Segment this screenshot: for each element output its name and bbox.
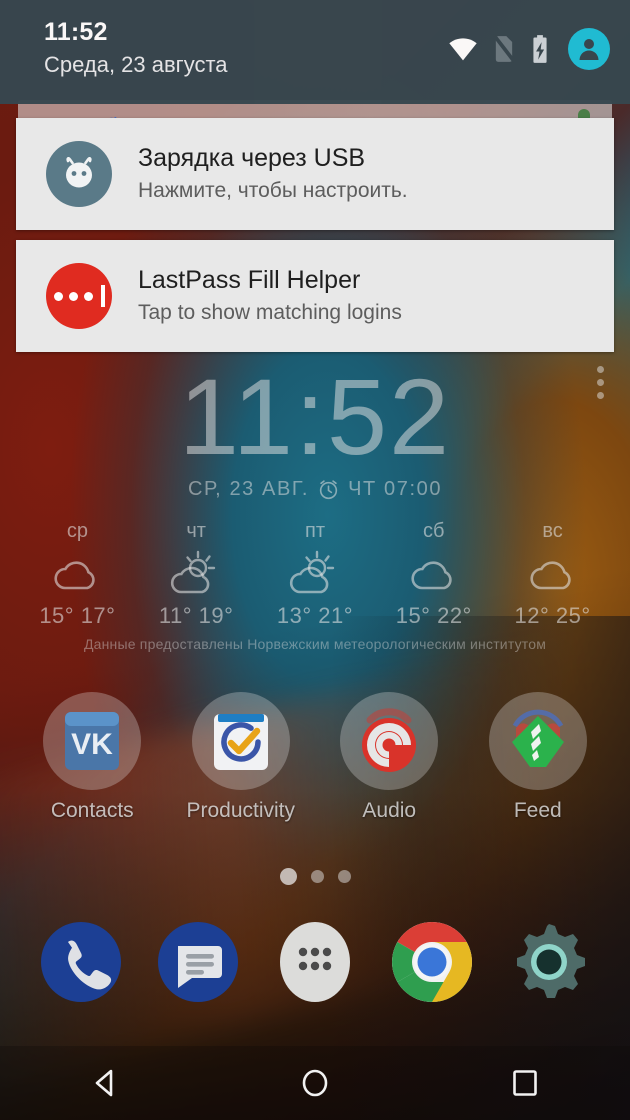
android-robot-icon [46,141,112,207]
tasks-folder-icon[interactable] [191,692,290,790]
app-label: Audio [362,799,417,822]
app-label: Feed [513,799,562,822]
nav-back-button[interactable] [0,1066,210,1100]
task-check-glyph [213,714,268,770]
cloud-glyph [411,561,452,590]
weather-day[interactable]: чт 11° 19° [137,518,256,630]
person-glyph [579,39,599,60]
cloud-icon [374,550,493,598]
page-dot-1[interactable] [279,868,297,885]
folder-feed[interactable]: Feed [464,692,613,823]
clock-date: СР, 23 АВГ. [187,478,310,500]
weather-day[interactable]: сб 15° 22° [374,518,493,630]
weather-forecast-row: ср 15° 17° чт 11° 19° пт 13° 21° сб 15° … [18,518,612,630]
dock-item-chrome[interactable] [374,916,491,1008]
recents-square-icon [513,1070,537,1096]
android-home-screen: g 11:52 Среда, 23 августа [0,0,630,1120]
feedly-glyph [511,709,564,767]
svg-text:VK: VK [71,728,113,761]
cloud-icon [18,550,137,598]
page-dot-2[interactable] [310,870,324,883]
page-indicator[interactable] [0,868,630,885]
cloud-glyph [54,561,96,590]
feedly-folder-icon[interactable] [488,692,587,790]
partly-sunny-glyph [289,550,335,594]
clock-widget[interactable]: 11:52 СР, 23 АВГ. ЧТ 07:00 [0,358,630,501]
settings-gear-icon [517,924,586,998]
clock-meta: СР, 23 АВГ. ЧТ 07:00 [0,478,630,501]
dock [0,916,630,1008]
chrome-icon [392,922,473,1002]
back-triangle-icon [95,1069,113,1097]
lastpass-dots-icon [46,263,112,329]
pocketcasts-folder-icon[interactable] [340,692,439,790]
user-avatar-icon[interactable] [568,28,610,70]
nav-recents-button[interactable] [420,1066,630,1100]
alarm-clock-icon [319,480,338,500]
status-bar[interactable]: 11:52 Среда, 23 августа [0,0,630,104]
dock-item-settings[interactable] [491,916,608,1008]
notification-title: LastPass Fill Helper [138,266,361,294]
partly-sunny-icon [137,550,256,598]
folder-contacts[interactable]: VK Contacts [18,692,167,823]
clock-time: 11:52 [178,356,452,477]
folder-audio[interactable]: Audio [315,692,464,823]
clock-alarm-time: ЧТ 07:00 [348,478,443,500]
cloud-glyph [529,561,571,590]
weather-day[interactable]: ср 15° 17° [18,518,137,630]
no-sim-icon [493,35,516,63]
notification-usb-charging[interactable]: Зарядка через USB Нажмите, чтобы настрои… [16,118,614,230]
cloud-icon [493,550,612,598]
page-dot-3[interactable] [337,870,351,883]
weather-day-temps: 15° 17° [39,603,116,628]
partly-sunny-glyph [171,550,216,594]
app-grid: VK Contacts Productivity Audio Feed [0,692,630,823]
overflow-menu-icon[interactable] [597,366,604,399]
lastpass-dots-glyph [53,285,105,307]
partly-sunny-icon [256,550,375,598]
app-label: Productivity [186,799,296,822]
weather-day-name: ср [66,520,88,542]
weather-attribution: Данные предоставлены Норвежским метеорол… [83,636,547,652]
weather-day[interactable]: вс 12° 25° [493,518,612,630]
weather-day-name: вс [542,520,563,542]
status-bar-icons [448,28,610,70]
app-label: Contacts [50,799,134,822]
dock-item-app-drawer[interactable] [256,916,373,1008]
notification-lastpass[interactable]: LastPass Fill Helper Tap to show matchin… [16,240,614,352]
folder-productivity[interactable]: Productivity [167,692,316,823]
vk-folder-icon[interactable]: VK [43,692,142,790]
notification-lastpass-text: LastPass Fill Helper Tap to show matchin… [138,264,402,328]
vk-glyph: VK [65,712,120,770]
dock-item-phone[interactable] [22,916,139,1008]
weather-day-temps: 12° 25° [514,603,591,628]
weather-day-temps: 13° 21° [276,603,354,628]
robot-head-glyph [66,157,92,188]
app-drawer-icon [280,922,350,1002]
wifi-icon [449,38,477,61]
battery-charging-icon [533,35,547,63]
weather-day-name: сб [423,520,445,542]
messages-icon [157,922,238,1002]
notification-title: Зарядка через USB [138,144,366,172]
notification-shade: Зарядка через USB Нажмите, чтобы настрои… [0,104,630,352]
notification-subtitle: Tap to show matching logins [138,301,402,324]
dock-item-messages[interactable] [139,916,256,1008]
weather-day[interactable]: пт 13° 21° [256,518,375,630]
weather-day-name: чт [186,520,206,542]
nav-home-button[interactable] [210,1066,420,1100]
notification-subtitle: Нажмите, чтобы настроить. [138,179,408,202]
weather-day-name: пт [304,520,325,542]
weather-day-temps: 15° 22° [395,603,472,628]
home-circle-icon [302,1069,328,1097]
weather-day-temps: 11° 19° [158,603,234,628]
phone-icon [40,922,121,1002]
notification-usb-text: Зарядка через USB Нажмите, чтобы настрои… [138,142,408,206]
weather-widget[interactable]: ср 15° 17° чт 11° 19° пт 13° 21° сб 15° … [18,518,612,652]
navigation-bar [0,1046,630,1120]
pocketcasts-glyph [362,708,417,772]
